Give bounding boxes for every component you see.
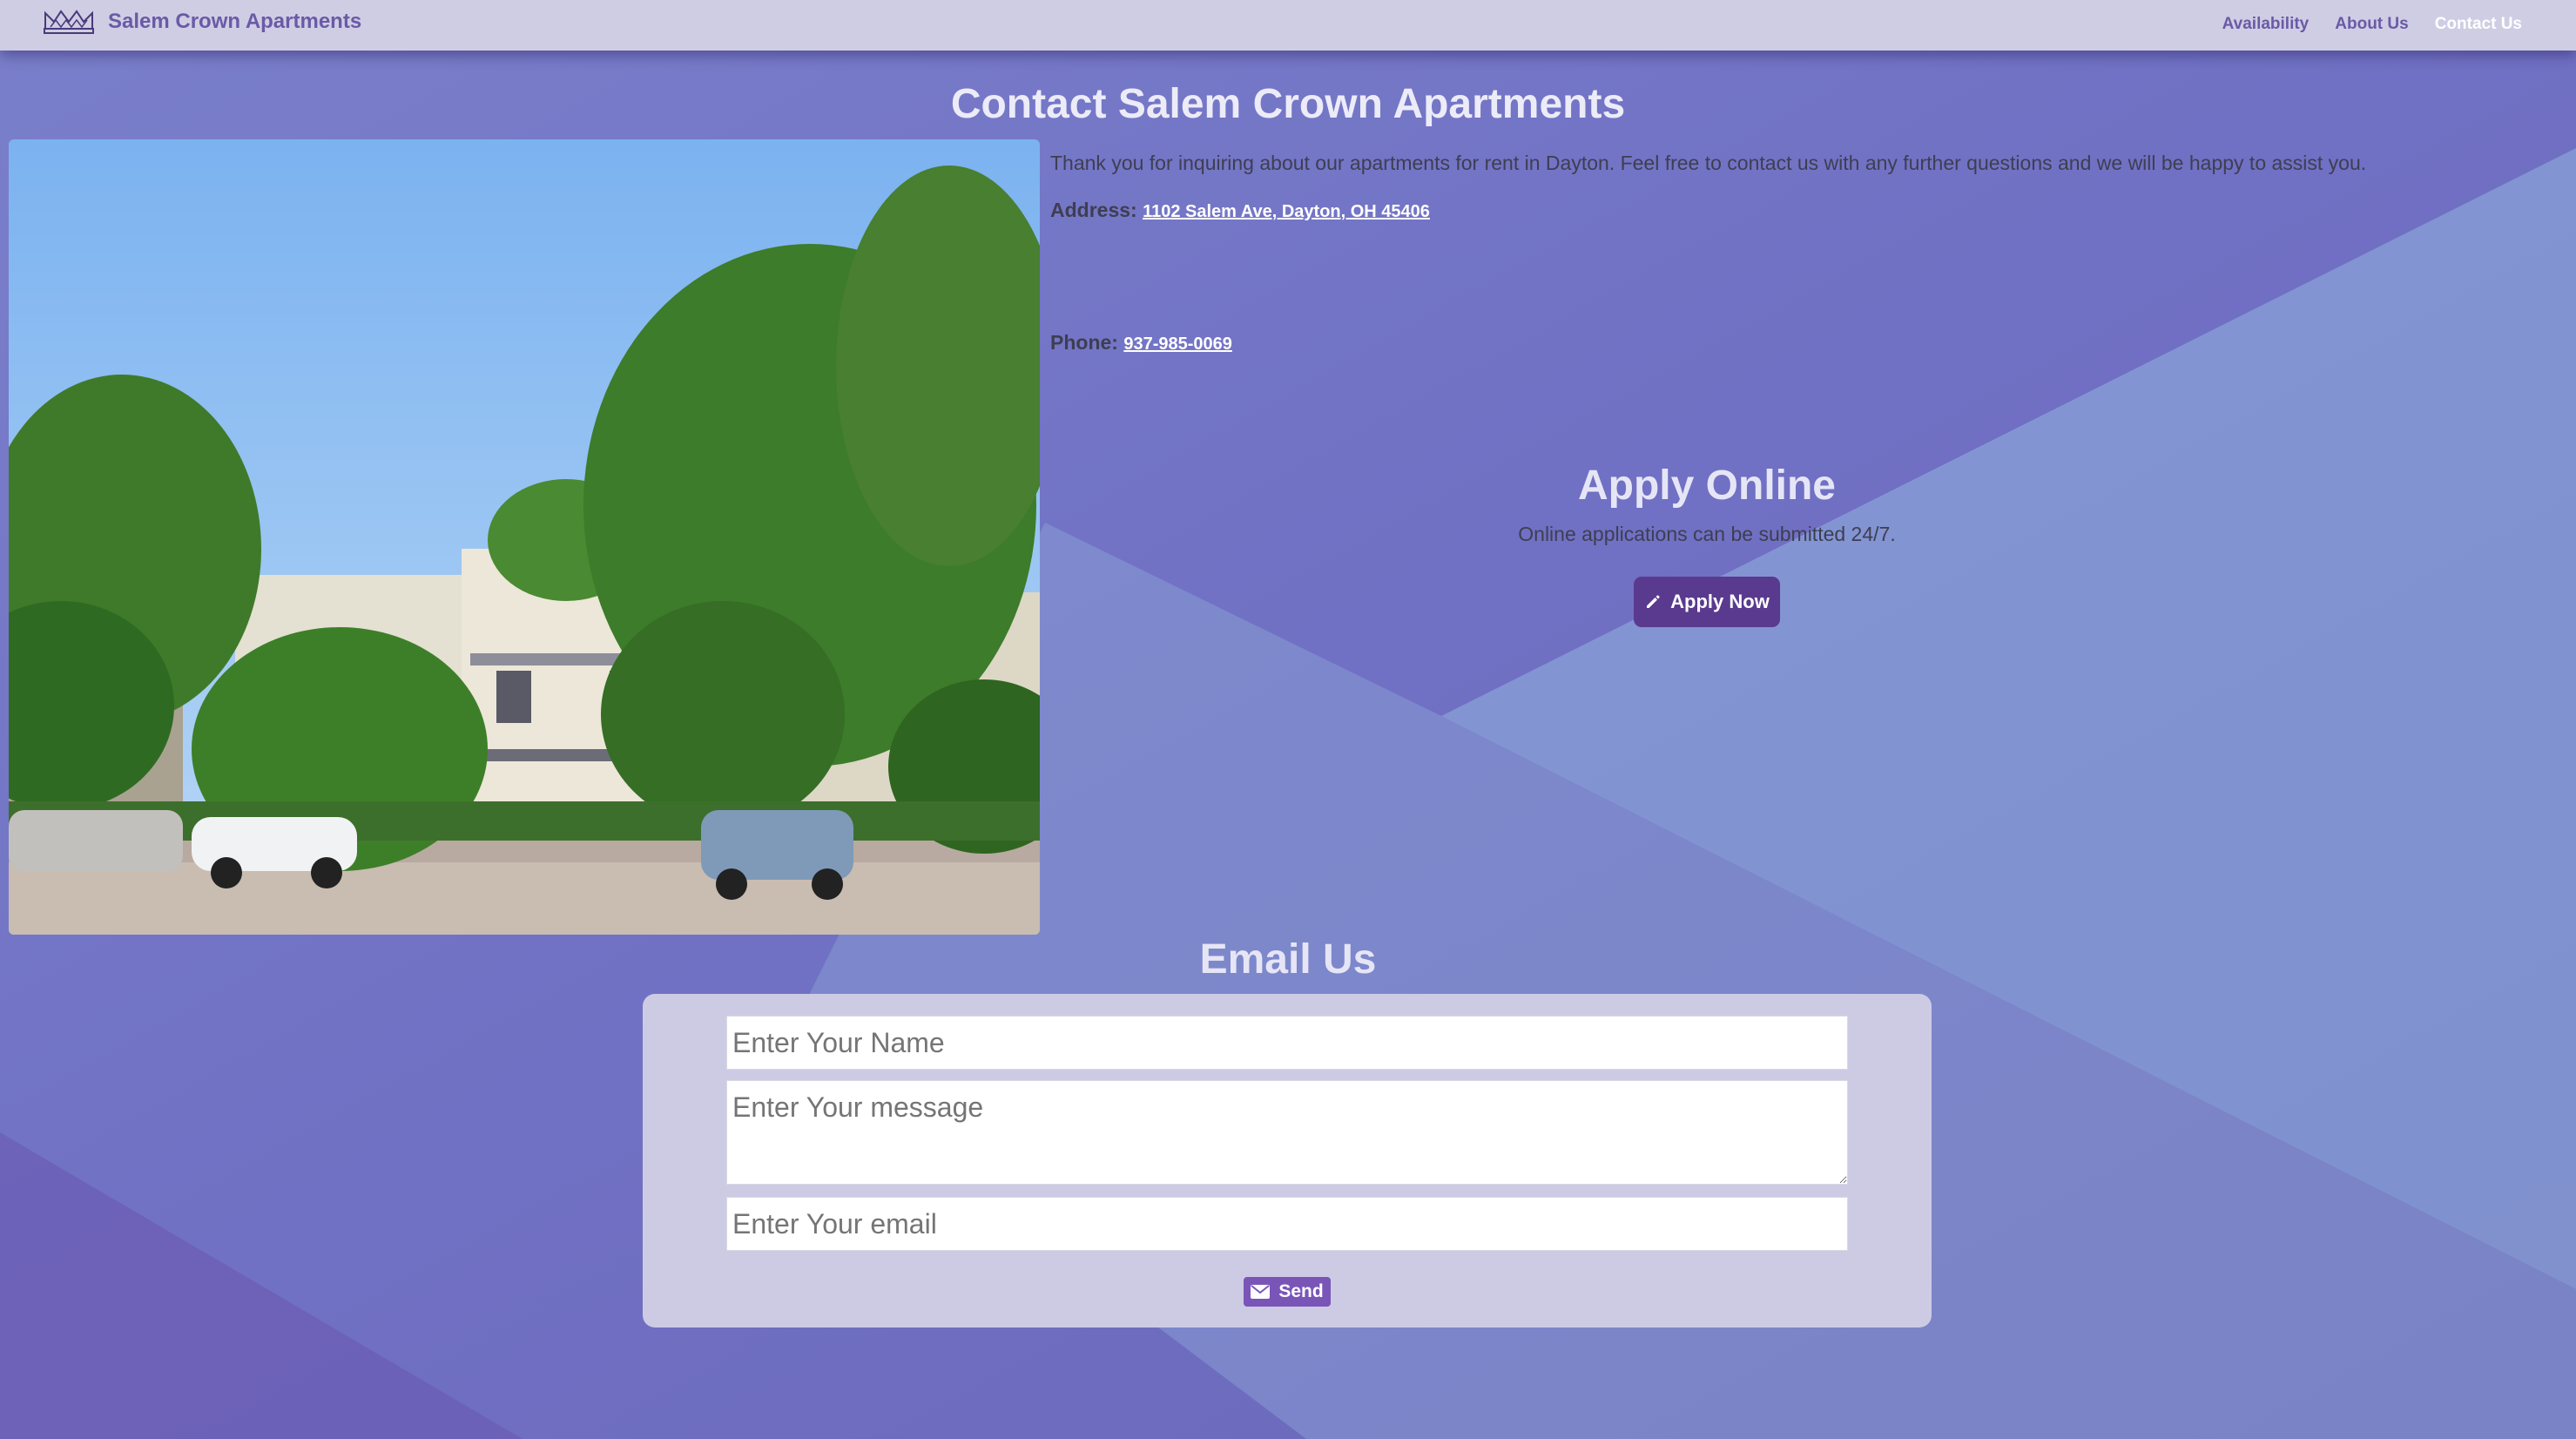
intro-text: Thank you for inquiring about our apartm… [1050, 152, 2367, 174]
email-us-heading: Email Us [1199, 936, 1377, 983]
brand-name: Salem Crown Apartments [108, 10, 362, 33]
apply-now-button[interactable]: Apply Now [1634, 577, 1780, 627]
email-form: Send [643, 994, 1932, 1328]
address-row: Address: 1102 Salem Ave, Dayton, OH 4540… [1050, 199, 1430, 222]
nav-link-about-us[interactable]: About Us [2335, 15, 2408, 34]
message-textarea[interactable] [726, 1080, 1848, 1185]
phone-link[interactable]: 937-985-0069 [1123, 334, 1232, 354]
apply-online-heading: Apply Online [1577, 463, 1836, 509]
send-button[interactable]: Send [1244, 1277, 1331, 1307]
brand-link[interactable]: Salem Crown Apartments [44, 0, 361, 44]
apartment-photo [9, 139, 1040, 935]
name-input[interactable] [726, 1016, 1848, 1070]
address-link[interactable]: 1102 Salem Ave, Dayton, OH 45406 [1143, 202, 1430, 221]
nav-link-availability[interactable]: Availability [2222, 15, 2310, 34]
nav-links: Availability About Us Contact Us [2196, 0, 2522, 49]
pencil-icon [1647, 595, 1660, 608]
nav-link-contact-us[interactable]: Contact Us [2435, 15, 2522, 34]
email-input[interactable] [726, 1197, 1848, 1251]
envelope-icon [1251, 1285, 1271, 1299]
phone-label: Phone: [1050, 331, 1118, 354]
address-label: Address: [1050, 199, 1137, 221]
apply-online-subtitle: Online applications can be submitted 24/… [1518, 523, 1896, 545]
apply-now-label: Apply Now [1670, 591, 1770, 612]
send-label: Send [1278, 1281, 1324, 1301]
page-title: Contact Salem Crown Apartments [950, 81, 1626, 127]
top-navbar: Salem Crown Apartments Availability Abou… [0, 0, 2576, 51]
phone-row: Phone: 937-985-0069 [1050, 331, 1232, 355]
crown-logo-icon [44, 10, 94, 34]
